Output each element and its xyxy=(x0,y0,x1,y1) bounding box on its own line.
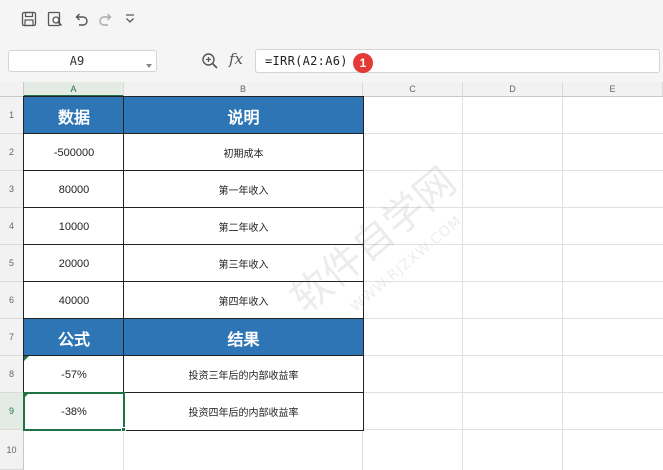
column-header-b[interactable]: B xyxy=(124,82,363,97)
row-header-10[interactable]: 10 xyxy=(0,430,24,470)
gridline xyxy=(362,430,363,470)
chevron-down-icon[interactable] xyxy=(146,58,152,68)
row-header-6[interactable]: 6 xyxy=(0,282,24,319)
table-border xyxy=(24,133,363,134)
formula-text: =IRR(A2:A6) xyxy=(265,54,348,68)
column-header-c[interactable]: C xyxy=(363,82,463,97)
cell-a1[interactable]: 数据 xyxy=(24,97,124,134)
column-header-e[interactable]: E xyxy=(563,82,663,97)
cell-a3[interactable]: 80000 xyxy=(24,171,124,208)
cell-a2[interactable]: -500000 xyxy=(24,134,124,171)
insert-function-button[interactable]: fx xyxy=(229,50,243,68)
gridline xyxy=(363,207,663,208)
gridline xyxy=(123,430,124,470)
formula-indicator-icon xyxy=(24,356,29,361)
cell-b5[interactable]: 第三年收入 xyxy=(124,245,363,282)
gridline xyxy=(363,355,663,356)
cell-a7[interactable]: 公式 xyxy=(24,319,124,356)
cell-b8[interactable]: 投资三年后的内部收益率 xyxy=(124,356,363,393)
customize-dropdown-icon[interactable] xyxy=(121,10,139,28)
cell-b1[interactable]: 说明 xyxy=(124,97,363,134)
row-header-9[interactable]: 9 xyxy=(0,393,24,430)
gridline xyxy=(363,318,663,319)
row-header-2[interactable]: 2 xyxy=(0,134,24,171)
table-border xyxy=(24,355,363,356)
table-border xyxy=(24,281,363,282)
formula-indicator-icon xyxy=(24,393,29,398)
formula-input[interactable]: =IRR(A2:A6) xyxy=(255,49,660,73)
table-border xyxy=(24,207,363,208)
cell-a8[interactable]: -57% xyxy=(24,356,124,393)
cell-b3[interactable]: 第一年收入 xyxy=(124,171,363,208)
save-icon[interactable] xyxy=(20,10,38,28)
cell-b7[interactable]: 结果 xyxy=(124,319,363,356)
select-all-corner[interactable] xyxy=(0,82,24,97)
cell-b6[interactable]: 第四年收入 xyxy=(124,282,363,319)
row-header-7[interactable]: 7 xyxy=(0,319,24,356)
row-header-5[interactable]: 5 xyxy=(0,245,24,282)
cell-a6[interactable]: 40000 xyxy=(24,282,124,319)
row-header-3[interactable]: 3 xyxy=(0,171,24,208)
row-header-4[interactable]: 4 xyxy=(0,208,24,245)
gridline xyxy=(462,97,463,470)
name-box[interactable]: A9 xyxy=(8,50,157,72)
quick-access-toolbar xyxy=(0,0,663,38)
step-badge: 1 xyxy=(353,53,373,73)
cell-b2[interactable]: 初期成本 xyxy=(124,134,363,171)
gridline xyxy=(363,244,663,245)
formula-bar: A9 fx =IRR(A2:A6) xyxy=(0,38,663,82)
table-border xyxy=(24,244,363,245)
gridline xyxy=(363,133,663,134)
gridline xyxy=(363,392,663,393)
gridline xyxy=(562,97,563,470)
print-preview-icon[interactable] xyxy=(46,10,64,28)
redo-icon[interactable] xyxy=(97,10,115,28)
watermark-url: WWW.RJZXW.COM xyxy=(348,213,466,315)
table-border xyxy=(123,97,124,430)
fill-handle[interactable] xyxy=(121,427,126,432)
gridline xyxy=(363,281,663,282)
cell-a9[interactable]: -38% xyxy=(24,393,124,430)
cell-a5[interactable]: 20000 xyxy=(24,245,124,282)
find-function-icon[interactable] xyxy=(201,52,219,70)
column-header-d[interactable]: D xyxy=(463,82,563,97)
row-header-8[interactable]: 8 xyxy=(0,356,24,393)
cell-b4[interactable]: 第二年收入 xyxy=(124,208,363,245)
table-border xyxy=(24,392,363,393)
gridline xyxy=(363,170,663,171)
column-header-a[interactable]: A xyxy=(24,82,124,97)
table-border xyxy=(24,318,363,319)
row-header-1[interactable]: 1 xyxy=(0,97,24,134)
undo-icon[interactable] xyxy=(72,10,90,28)
cell-a4[interactable]: 10000 xyxy=(24,208,124,245)
cell-b9[interactable]: 投资四年后的内部收益率 xyxy=(124,393,363,430)
name-box-value: A9 xyxy=(69,54,85,68)
table-border xyxy=(24,170,363,171)
